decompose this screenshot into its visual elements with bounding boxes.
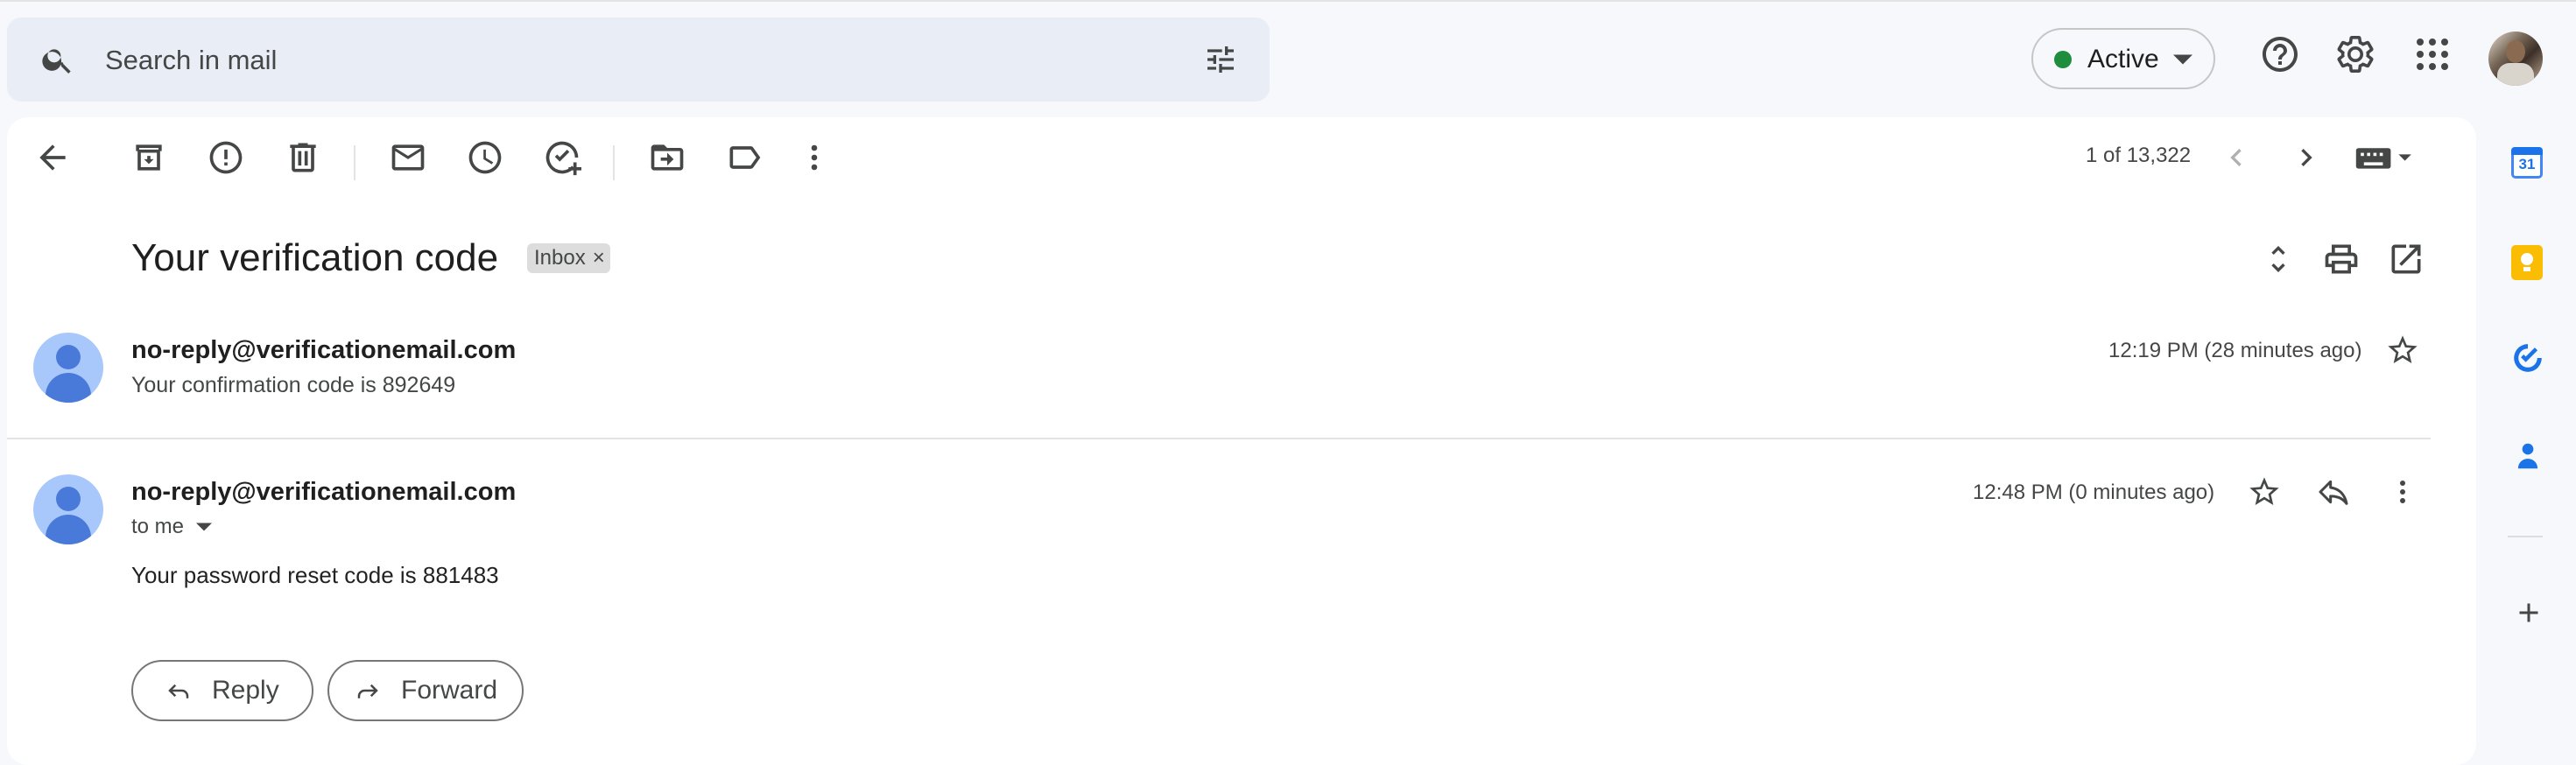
newer-chevron-left-icon[interactable]: [2219, 138, 2254, 177]
back-arrow-icon[interactable]: [33, 138, 72, 177]
search-icon[interactable]: [40, 42, 75, 77]
open-in-new-window-icon[interactable]: [2387, 240, 2425, 278]
tasks-app-icon[interactable]: [2511, 341, 2544, 375]
toolbar-divider: [613, 145, 615, 180]
sender-avatar: [33, 333, 103, 403]
remove-label-close-icon[interactable]: ×: [593, 246, 605, 270]
settings-gear-icon[interactable]: [2334, 33, 2376, 75]
inbox-label-text: Inbox: [534, 246, 586, 270]
chevron-down-icon[interactable]: [196, 523, 213, 531]
message-timestamp: 12:48 PM (0 minutes ago): [1973, 481, 2215, 504]
message-sender[interactable]: no-reply@verificationemail.com: [131, 336, 516, 365]
message-body: Your password reset code is 881483: [131, 562, 499, 588]
status-dropdown[interactable]: Active: [2031, 28, 2215, 89]
recipient-text: to me: [131, 515, 185, 538]
contacts-app-icon[interactable]: [2511, 439, 2544, 473]
message-timestamp: 12:19 PM (28 minutes ago): [2108, 339, 2362, 362]
forward-button[interactable]: Forward: [327, 660, 524, 721]
chevron-down-icon: [2173, 53, 2192, 66]
delete-trash-icon[interactable]: [284, 138, 322, 177]
more-vert-icon[interactable]: [795, 138, 834, 177]
reply-arrow-icon: [165, 677, 193, 704]
calendar-day: 31: [2518, 156, 2536, 172]
apps-grid-icon[interactable]: [2411, 33, 2453, 75]
expand-all-icon[interactable]: [2261, 240, 2296, 278]
search-bar[interactable]: [7, 18, 1270, 102]
more-vert-icon[interactable]: [2385, 474, 2420, 509]
star-icon[interactable]: [2247, 474, 2282, 509]
reply-label: Reply: [212, 676, 279, 705]
message-counter: 1 of 13,322: [2086, 144, 2192, 167]
help-icon[interactable]: [2259, 33, 2301, 75]
side-panel-divider: [2508, 536, 2543, 537]
inbox-label-chip: Inbox ×: [527, 243, 610, 273]
reply-button[interactable]: Reply: [131, 660, 313, 721]
message-sender[interactable]: no-reply@verificationemail.com: [131, 478, 516, 507]
window-top-border: [0, 0, 2576, 2]
search-options-icon[interactable]: [1203, 42, 1238, 77]
label-tag-icon[interactable]: [725, 138, 764, 177]
account-avatar[interactable]: [2488, 32, 2543, 86]
status-dot: [2054, 51, 2072, 68]
keep-app-icon[interactable]: [2511, 245, 2543, 280]
star-icon[interactable]: [2385, 333, 2420, 368]
older-chevron-right-icon[interactable]: [2289, 138, 2324, 177]
snooze-clock-icon[interactable]: [466, 138, 504, 177]
add-to-tasks-icon[interactable]: [543, 138, 581, 177]
forward-arrow-icon: [354, 677, 382, 704]
sender-avatar: [33, 474, 103, 544]
message-divider: [7, 438, 2431, 439]
calendar-app-icon[interactable]: 31: [2511, 147, 2543, 179]
add-plus-icon[interactable]: [2513, 597, 2544, 628]
print-icon[interactable]: [2322, 240, 2361, 278]
forward-label: Forward: [401, 676, 498, 705]
search-input[interactable]: [103, 39, 1070, 82]
toolbar-divider: [354, 145, 355, 180]
message-snippet[interactable]: Your confirmation code is 892649: [131, 373, 455, 398]
mark-unread-icon[interactable]: [389, 138, 427, 177]
archive-icon[interactable]: [130, 138, 168, 177]
input-tools-keyboard-icon[interactable]: [2354, 142, 2418, 173]
recipient-details[interactable]: to me: [131, 515, 213, 539]
thread-subject: Your verification code: [131, 236, 499, 279]
report-spam-icon[interactable]: [207, 138, 245, 177]
move-to-folder-icon[interactable]: [648, 138, 686, 177]
reply-icon[interactable]: [2315, 474, 2352, 509]
status-label: Active: [2087, 45, 2159, 74]
